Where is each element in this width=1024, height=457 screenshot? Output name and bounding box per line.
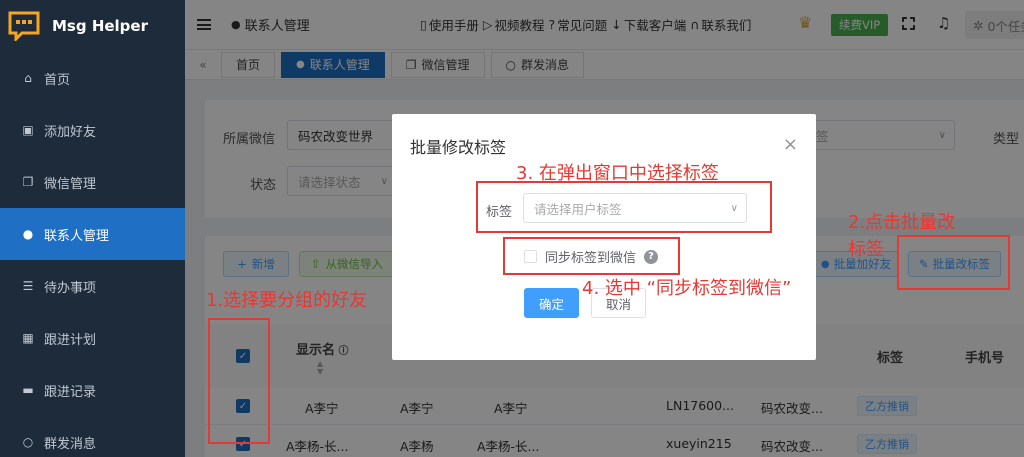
annotation-step2-cont: 标签 (848, 239, 884, 260)
id-card-icon: ▣ (22, 123, 34, 137)
annotation-step4: 4. 选中 “同步标签到微信” (582, 278, 792, 299)
dialog-title: 批量修改标签 (410, 138, 507, 157)
chat-icon: ○ (22, 435, 34, 449)
sidebar-item-record[interactable]: ▬ 跟进记录 (0, 364, 185, 416)
sidebar-item-mass-msg[interactable]: ○ 群发消息 (0, 416, 185, 457)
sidebar-item-label: 跟进计划 (44, 332, 97, 348)
copy-icon: ❐ (22, 175, 34, 189)
app-name: Msg Helper (52, 17, 148, 35)
list-icon: ☰ (22, 279, 34, 293)
calendar-icon: ▦ (22, 331, 34, 345)
sidebar-item-label: 待办事项 (44, 280, 97, 296)
sidebar-item-label: 添加好友 (44, 124, 97, 140)
sidebar-item-plan[interactable]: ▦ 跟进计划 (0, 312, 185, 364)
sidebar-item-add-friend[interactable]: ▣ 添加好友 (0, 104, 185, 156)
sidebar-item-wechat[interactable]: ❐ 微信管理 (0, 156, 185, 208)
chat-logo-icon (8, 11, 40, 41)
sidebar-item-label: 联系人管理 (44, 228, 110, 244)
annotation-box-sync (503, 237, 680, 275)
confirm-label: 确定 (538, 296, 564, 312)
annotation-box-select-rows (208, 318, 270, 444)
annotation-step2: 2.点击批量改 (848, 212, 956, 233)
briefcase-icon: ▬ (22, 383, 34, 397)
close-icon[interactable]: × (783, 134, 798, 155)
sidebar-item-label: 首页 (44, 72, 71, 88)
annotation-step1: 1.选择要分组的好友 (206, 290, 368, 311)
sidebar-item-contacts[interactable]: ● 联系人管理 (0, 208, 185, 260)
sidebar: Msg Helper ⌂ 首页 ▣ 添加好友 ❐ 微信管理 ● 联系人管理 ☰ 待办事项 … (0, 0, 185, 457)
sidebar-item-label: 跟进记录 (44, 384, 97, 400)
sidebar-item-home[interactable]: ⌂ 首页 (0, 52, 185, 104)
confirm-button[interactable]: 确定 (524, 288, 579, 318)
sidebar-item-label: 群发消息 (44, 436, 97, 452)
annotation-step3: 3. 在弹出窗口中选择标签 (516, 163, 719, 184)
sidebar-item-todo[interactable]: ☰ 待办事项 (0, 260, 185, 312)
annotation-box-select-tag (476, 181, 772, 233)
logo[interactable]: Msg Helper (0, 0, 185, 52)
user-icon: ● (22, 227, 34, 241)
home-icon: ⌂ (24, 71, 32, 85)
annotation-box-batch-tag (897, 235, 1010, 290)
sidebar-item-label: 微信管理 (44, 176, 97, 192)
